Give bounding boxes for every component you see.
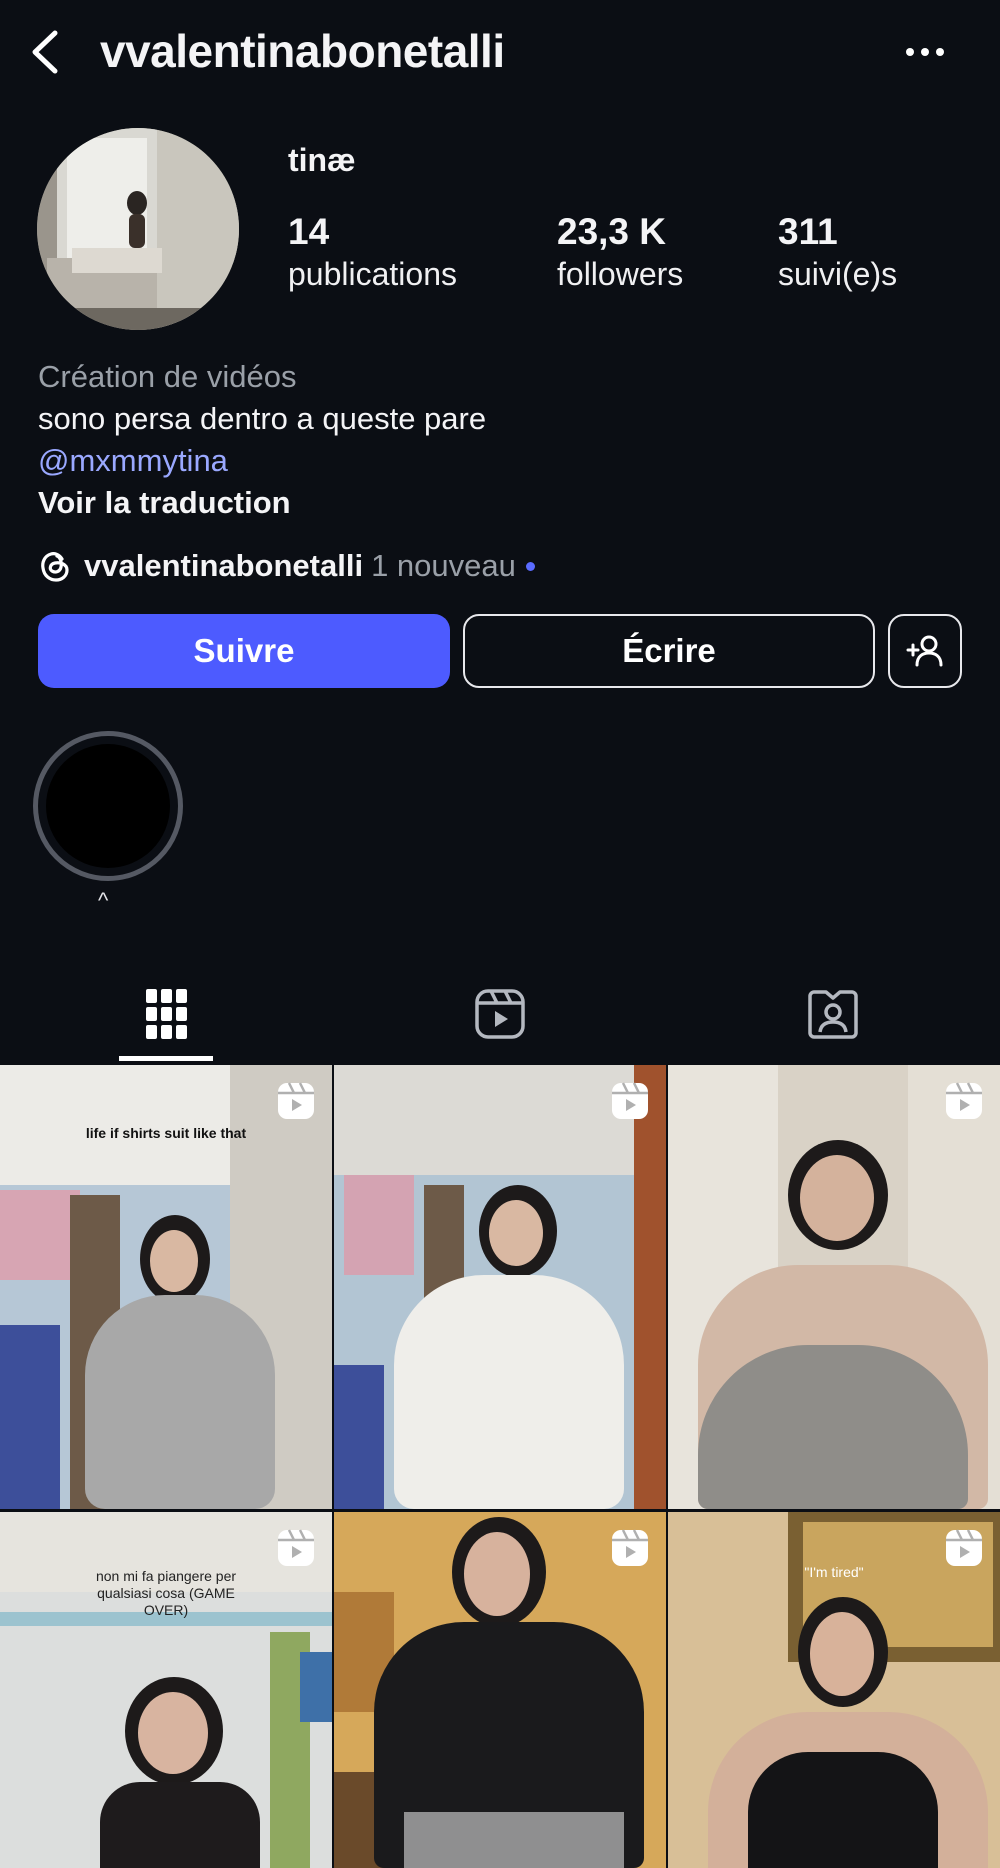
- profile-bio: Création de vidéos sono persa dentro a q…: [38, 356, 486, 524]
- top-bar: vvalentinabonetalli: [0, 0, 1000, 104]
- profile-avatar[interactable]: [37, 128, 239, 330]
- new-dot-icon: [525, 561, 535, 571]
- post-thumbnail[interactable]: [668, 1065, 1000, 1509]
- active-tab-indicator: [119, 1056, 213, 1061]
- post-thumbnail[interactable]: [334, 1512, 666, 1868]
- reel-indicator-icon: [612, 1082, 648, 1119]
- reels-icon: [474, 989, 525, 1039]
- post-thumbnail[interactable]: "I'm tired": [668, 1512, 1000, 1868]
- tab-reels[interactable]: [333, 966, 666, 1062]
- reel-indicator-icon: [946, 1529, 982, 1566]
- threads-username: vvalentinabonetalli: [84, 548, 364, 583]
- stat-followers[interactable]: 23,3 K followers: [557, 210, 683, 294]
- follow-button[interactable]: Suivre: [38, 614, 450, 688]
- reel-indicator-icon: [946, 1082, 982, 1119]
- stat-publications[interactable]: 14 publications: [288, 210, 457, 294]
- chevron-left-icon: [32, 30, 58, 74]
- add-user-icon: [906, 635, 943, 667]
- grid-icon: [145, 989, 187, 1039]
- back-button[interactable]: [22, 26, 66, 78]
- story-highlight[interactable]: [33, 731, 183, 881]
- threads-icon: [41, 552, 69, 582]
- avatar-image: [37, 128, 239, 330]
- stat-label: publications: [288, 256, 457, 292]
- bio-text: sono persa dentro a queste pare: [38, 401, 487, 436]
- profile-tabs: [0, 966, 1000, 1062]
- posts-grid: life if shirts suit like that non mi fa …: [0, 1065, 1000, 1868]
- reel-indicator-icon: [278, 1529, 314, 1566]
- threads-badge[interactable]: vvalentinabonetalli 1 nouveau: [38, 544, 535, 588]
- more-icon: [906, 48, 944, 56]
- more-options-button[interactable]: [900, 30, 950, 74]
- stat-label: followers: [557, 256, 684, 292]
- post-thumbnail[interactable]: life if shirts suit like that: [0, 1065, 332, 1509]
- highlight-cover: [46, 744, 170, 868]
- post-thumbnail[interactable]: [334, 1065, 666, 1509]
- stat-value: 14: [288, 211, 330, 252]
- stat-label: suivi(e)s: [778, 256, 898, 292]
- stat-value: 311: [778, 211, 838, 252]
- profile-username: vvalentinabonetalli: [100, 25, 505, 77]
- reel-indicator-icon: [278, 1082, 314, 1119]
- post-thumbnail[interactable]: non mi fa piangere per qualsiasi cosa (G…: [0, 1512, 332, 1868]
- bio-category: Création de vidéos: [38, 359, 297, 394]
- post-caption: non mi fa piangere per qualsiasi cosa (G…: [95, 1568, 237, 1618]
- threads-new-label: 1 nouveau: [371, 548, 516, 583]
- bio-mention-link[interactable]: @mxmmytina: [38, 440, 486, 482]
- profile-display-name: tinæ: [288, 142, 356, 178]
- stat-following[interactable]: 311 suivi(e)s: [778, 210, 897, 294]
- message-button[interactable]: Écrire: [463, 614, 875, 688]
- reel-indicator-icon: [612, 1529, 648, 1566]
- tagged-icon: [807, 990, 858, 1039]
- stat-value: 23,3 K: [557, 211, 667, 252]
- suggested-users-button[interactable]: [888, 614, 962, 688]
- tab-posts[interactable]: [0, 966, 333, 1062]
- post-caption: life if shirts suit like that: [85, 1125, 247, 1141]
- translate-link[interactable]: Voir la traduction: [38, 482, 486, 524]
- tab-tagged[interactable]: [666, 966, 999, 1062]
- highlight-title: ^: [98, 888, 109, 913]
